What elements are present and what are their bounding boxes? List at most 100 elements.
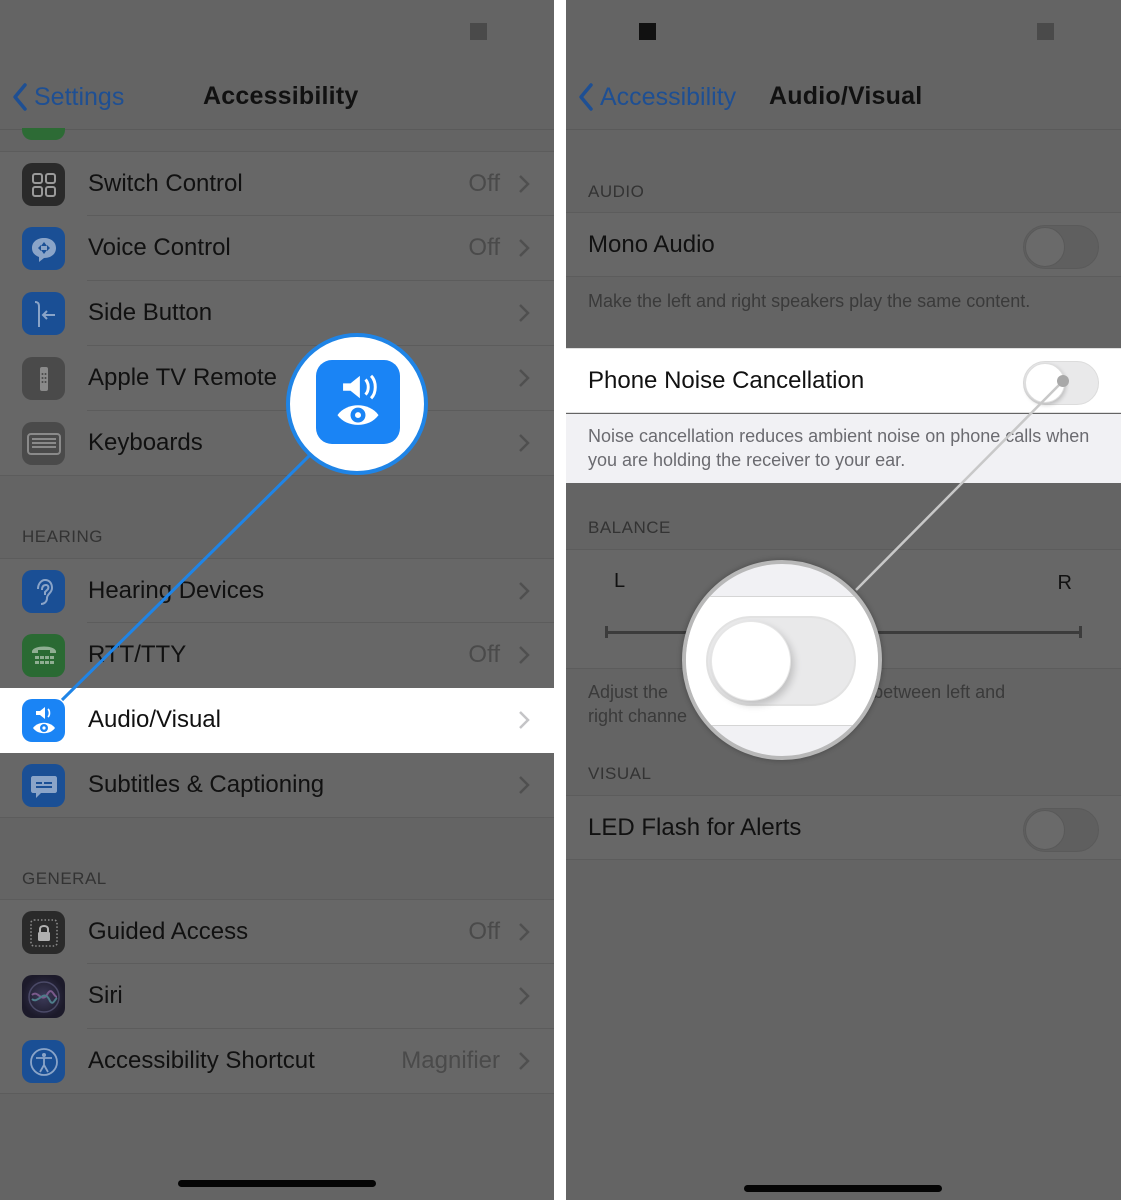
row-value: Off — [468, 641, 500, 668]
row-label: Accessibility Shortcut — [88, 1047, 315, 1074]
row-audio-visual[interactable]: Audio/Visual — [0, 688, 554, 753]
balance-footer-part: between left and — [873, 682, 1006, 702]
chevron-left-icon — [13, 83, 27, 111]
row-label: Apple TV Remote — [88, 364, 277, 391]
accessibility-icon — [22, 1040, 65, 1083]
section-header-hearing: HEARING — [22, 527, 103, 546]
section-header-audio: AUDIO — [588, 182, 645, 201]
row-label: Siri — [88, 982, 123, 1009]
page-title: Accessibility — [203, 82, 359, 110]
magnifier-callout — [682, 560, 882, 760]
chevron-right-icon — [519, 923, 530, 941]
home-indicator[interactable] — [178, 1180, 376, 1187]
row-side-button[interactable]: Side Button — [0, 281, 554, 346]
magnifier-callout — [286, 333, 428, 475]
row-mono-audio: Mono Audio — [566, 212, 1121, 277]
chevron-right-icon — [519, 646, 530, 664]
chevron-right-icon — [519, 776, 530, 794]
row-accessibility-shortcut[interactable]: Accessibility Shortcut Magnifier — [0, 1029, 554, 1094]
row-hearing-devices[interactable]: Hearing Devices — [0, 558, 554, 623]
noise-cancellation-footer: Noise cancellation reduces ambient noise… — [588, 426, 1090, 470]
row-switch-control[interactable]: Switch Control Off — [0, 151, 554, 216]
magnified-toggle-knob — [711, 621, 791, 701]
section-header-balance: BALANCE — [588, 518, 671, 537]
balance-left-label: L — [614, 570, 626, 592]
row-phone-noise-cancellation: Phone Noise Cancellation — [566, 348, 1121, 413]
mono-audio-toggle[interactable] — [1023, 225, 1099, 269]
keyboard-icon — [22, 422, 65, 465]
left-screen-accessibility: Settings Accessibility Switch Control Of… — [0, 0, 554, 1200]
row-label: LED Flash for Alerts — [588, 814, 802, 841]
magnified-toggle — [706, 616, 856, 706]
home-indicator[interactable] — [744, 1185, 942, 1192]
row-label: Voice Control — [88, 234, 231, 261]
partial-row-icon — [22, 128, 65, 140]
balance-right-label: R — [1057, 572, 1072, 594]
row-rtt-tty[interactable]: RTT/TTY Off — [0, 623, 554, 688]
row-label: Hearing Devices — [88, 577, 265, 604]
row-subtitles-captioning[interactable]: Subtitles & Captioning — [0, 753, 554, 818]
row-value: Magnifier — [401, 1047, 500, 1074]
row-value: Off — [468, 170, 500, 197]
audio-visual-icon — [22, 699, 65, 742]
lock-icon — [22, 911, 65, 954]
status-bar-indicator — [470, 23, 487, 40]
chevron-right-icon — [519, 987, 530, 1005]
nav-bar: Accessibility Audio/Visual — [566, 60, 1121, 130]
row-label: Subtitles & Captioning — [88, 771, 325, 798]
row-label: Phone Noise Cancellation — [588, 367, 865, 394]
row-value: Off — [468, 234, 500, 261]
balance-footer-part: right channe — [588, 706, 688, 726]
chevron-right-icon — [519, 434, 530, 452]
row-label: Keyboards — [88, 429, 203, 456]
chevron-right-icon — [519, 711, 530, 729]
row-guided-access[interactable]: Guided Access Off — [0, 899, 554, 964]
row-voice-control[interactable]: Voice Control Off — [0, 216, 554, 281]
back-button[interactable]: Accessibility — [578, 82, 736, 112]
chevron-left-icon — [579, 83, 593, 111]
chevron-right-icon — [519, 369, 530, 387]
nav-bar: Settings Accessibility — [0, 60, 554, 130]
voice-control-icon — [22, 227, 65, 270]
balance-slider-max — [1079, 626, 1082, 638]
chevron-right-icon — [519, 175, 530, 193]
section-header-general: GENERAL — [22, 869, 107, 888]
ear-icon — [22, 570, 65, 613]
side-button-icon — [22, 292, 65, 335]
chevron-right-icon — [519, 1052, 530, 1070]
status-bar-indicator — [639, 23, 656, 40]
phone-noise-cancellation-toggle[interactable] — [1023, 361, 1099, 405]
row-label: Guided Access — [88, 918, 249, 945]
subtitles-icon — [22, 764, 65, 807]
chevron-right-icon — [519, 582, 530, 600]
row-led-flash: LED Flash for Alerts — [566, 795, 1121, 860]
right-screen-audio-visual: Accessibility Audio/Visual AUDIO Mono Au… — [566, 0, 1121, 1200]
row-label: Side Button — [88, 299, 213, 326]
row-apple-tv-remote[interactable]: Apple TV Remote — [0, 346, 554, 411]
status-bar-indicator — [1037, 23, 1054, 40]
noise-footer-background: Noise cancellation reduces ambient noise… — [566, 414, 1121, 483]
row-value: Off — [468, 918, 500, 945]
row-keyboards[interactable]: Keyboards — [0, 411, 554, 476]
row-siri[interactable]: Siri — [0, 964, 554, 1029]
balance-slider-min — [605, 626, 608, 638]
tv-remote-icon — [22, 357, 65, 400]
switch-control-icon — [22, 163, 65, 206]
row-label: Mono Audio — [588, 231, 715, 258]
row-label: Audio/Visual — [88, 706, 221, 733]
back-label: Accessibility — [600, 82, 737, 111]
back-label: Settings — [34, 82, 125, 111]
row-label: Switch Control — [88, 170, 243, 197]
chevron-right-icon — [519, 239, 530, 257]
balance-footer-part: Adjust the — [588, 682, 669, 702]
tty-phone-icon — [22, 634, 65, 677]
chevron-right-icon — [519, 304, 530, 322]
back-button[interactable]: Settings — [12, 82, 124, 112]
section-header-visual: VISUAL — [588, 764, 652, 783]
mono-audio-footer: Make the left and right speakers play th… — [588, 291, 1031, 311]
row-label: RTT/TTY — [88, 641, 187, 668]
siri-icon — [22, 975, 65, 1018]
led-flash-toggle[interactable] — [1023, 808, 1099, 852]
audio-visual-icon — [316, 360, 400, 444]
page-title: Audio/Visual — [769, 82, 923, 110]
